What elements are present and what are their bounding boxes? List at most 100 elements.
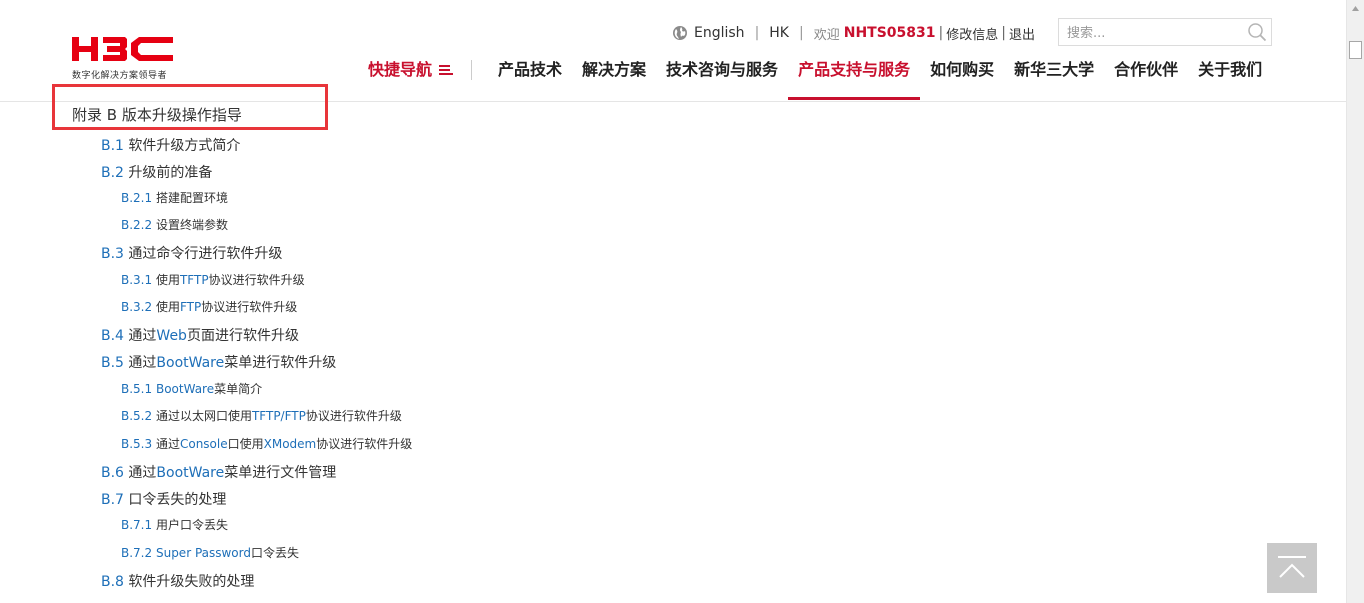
toc-item-number: B.6 [101, 465, 124, 481]
nav-item-solutions[interactable]: 解决方案 [572, 58, 656, 101]
toc-item[interactable]: B.1 软件升级方式简介 [101, 135, 240, 155]
toc-item[interactable]: B.8 软件升级失败的处理 [101, 571, 254, 591]
nav-item-partners[interactable]: 合作伙伴 [1104, 58, 1188, 101]
quick-nav-button[interactable]: 快捷导航 [368, 58, 479, 101]
toc-item-term: BootWare [155, 382, 215, 396]
toc-item-term: Web [156, 328, 187, 344]
toc-item-label: 使用 [152, 273, 180, 287]
toc-item-label: 通过命令行进行软件升级 [123, 246, 283, 262]
toc-item[interactable]: B.2.1 搭建配置环境 [121, 189, 228, 206]
toc-item-label: 使用 [152, 300, 180, 314]
toc-item-label: 菜单简介 [214, 382, 263, 396]
toc-item-number: B.5.1 [121, 382, 153, 396]
nav-item-university[interactable]: 新华三大学 [1004, 58, 1104, 101]
toc-item[interactable]: B.3 通过命令行进行软件升级 [101, 243, 282, 263]
toc-item[interactable]: B.7.2 Super Password口令丢失 [121, 544, 299, 561]
toc-item-number: B.8 [101, 574, 124, 590]
page: 数字化解决方案领导者 English | HK | 欢迎 NHTS05831 |… [0, 0, 1346, 603]
toc-item-number: B.3 [101, 246, 124, 262]
toc-item-number: B.3.1 [121, 273, 153, 287]
nav-item-products[interactable]: 产品技术 [488, 58, 572, 101]
toc-item-number: B.7.2 [121, 546, 153, 560]
menu-icon [439, 65, 454, 75]
vertical-scrollbar[interactable] [1346, 0, 1364, 603]
toc-item-label: 口令丢失的处理 [123, 492, 227, 508]
toc-item[interactable]: B.3.2 使用FTP协议进行软件升级 [121, 298, 297, 315]
separator: | [799, 25, 804, 41]
toc-item-number: B.1 [101, 138, 124, 154]
toc-item-label: 协议进行软件升级 [305, 409, 402, 423]
edit-info-link[interactable]: 修改信息 [946, 24, 998, 43]
toc-item-label: 通过 [123, 355, 157, 371]
nav-item-support[interactable]: 产品支持与服务 [788, 58, 921, 101]
toc-item-term: XModem [263, 437, 317, 451]
toc-item-term: BootWare [156, 355, 225, 371]
toc-item-label: 通过 [123, 328, 157, 344]
nav-item-about[interactable]: 关于我们 [1188, 58, 1272, 101]
toc-item-number: B.7 [101, 492, 124, 508]
arrow-up-icon [1278, 556, 1306, 578]
welcome-text: 欢迎 [813, 27, 840, 43]
toc-item[interactable]: B.7.1 用户口令丢失 [121, 516, 228, 533]
toc-item[interactable]: B.5.1 BootWare菜单简介 [121, 380, 262, 397]
toc-item-label: 通过 [123, 465, 157, 481]
top-utility-bar: English | HK | 欢迎 NHTS05831 | 修改信息 | 退出 [672, 22, 1035, 44]
toc-item-label: 协议进行软件升级 [201, 300, 298, 314]
username[interactable]: NHTS05831 [844, 25, 936, 41]
back-to-top-button[interactable] [1267, 543, 1317, 593]
toc-item-label: 通过 [152, 437, 180, 451]
toc-item-label: 设置终端参数 [152, 218, 228, 232]
separator: | [1001, 25, 1006, 41]
toc-title[interactable]: 附录 B 版本升级操作指导 [72, 104, 242, 125]
toc-item[interactable]: B.2.2 设置终端参数 [121, 216, 228, 233]
toc-item-label: 升级前的准备 [123, 165, 213, 181]
toc-item-number: B.5.3 [121, 437, 153, 451]
scrollbar-thumb[interactable] [1349, 41, 1362, 59]
language-link-english[interactable]: English [694, 25, 745, 41]
toc-item-label: 菜单进行文件管理 [224, 465, 337, 481]
toc-item[interactable]: B.5 通过BootWare菜单进行软件升级 [101, 352, 336, 372]
toc-item-term: FTP [179, 300, 202, 314]
toc-item-number: B.5 [101, 355, 124, 371]
toc-item[interactable]: B.7 口令丢失的处理 [101, 489, 226, 509]
toc-item-term: Console [179, 437, 228, 451]
h3c-logo-mark [72, 37, 173, 61]
toc-item-number: B.4 [101, 328, 124, 344]
toc-item-label: 用户口令丢失 [152, 518, 228, 532]
nav-item-consulting[interactable]: 技术咨询与服务 [656, 58, 788, 101]
quick-nav-label: 快捷导航 [368, 60, 433, 79]
logout-link[interactable]: 退出 [1009, 24, 1035, 43]
search-input[interactable] [1065, 23, 1244, 43]
toc-item-term: BootWare [156, 465, 225, 481]
toc-item[interactable]: B.5.3 通过Console口使用XModem协议进行软件升级 [121, 435, 412, 452]
toc-item-number: B.5.2 [121, 409, 153, 423]
toc-item-label: 协议进行软件升级 [316, 437, 413, 451]
toc-item[interactable]: B.2 升级前的准备 [101, 162, 212, 182]
toc-title-text: 版本升级操作指导 [117, 106, 242, 124]
toc-item-number: B.2 [101, 165, 124, 181]
toc-item-label: 软件升级失败的处理 [123, 574, 255, 590]
toc-item-number: B.2.2 [121, 218, 153, 232]
toc-item-label: 协议进行软件升级 [208, 273, 305, 287]
nav-item-how-to-buy[interactable]: 如何购买 [920, 58, 1004, 101]
toc-item-label: 搭建配置环境 [152, 191, 228, 205]
toc-item-number: B.3.2 [121, 300, 153, 314]
toc-item-label: 软件升级方式简介 [123, 138, 241, 154]
main-nav: 快捷导航 产品技术 解决方案 技术咨询与服务 产品支持与服务 如何购买 新华三大… [368, 58, 1272, 101]
region-link-hk[interactable]: HK [769, 25, 789, 41]
globe-icon [673, 26, 687, 40]
scroll-up-arrow-icon[interactable] [1347, 0, 1364, 17]
toc-title-prefix: 附录 B [72, 106, 118, 124]
separator: | [938, 25, 944, 41]
toc-item[interactable]: B.4 通过Web页面进行软件升级 [101, 325, 299, 345]
toc-item[interactable]: B.3.1 使用TFTP协议进行软件升级 [121, 271, 305, 288]
toc-item[interactable]: B.6 通过BootWare菜单进行文件管理 [101, 462, 336, 482]
toc-item-term: Super Password [155, 546, 251, 560]
toc-item-term: TFTP [179, 273, 209, 287]
search-icon[interactable] [1247, 22, 1267, 42]
toc-item-label: 通过以太网口使用 [152, 409, 252, 423]
toc-item-label: 口令丢失 [251, 546, 300, 560]
toc-item-number: B.7.1 [121, 518, 153, 532]
toc-item[interactable]: B.5.2 通过以太网口使用TFTP/FTP协议进行软件升级 [121, 407, 402, 424]
toc-item-label: 菜单进行软件升级 [224, 355, 337, 371]
